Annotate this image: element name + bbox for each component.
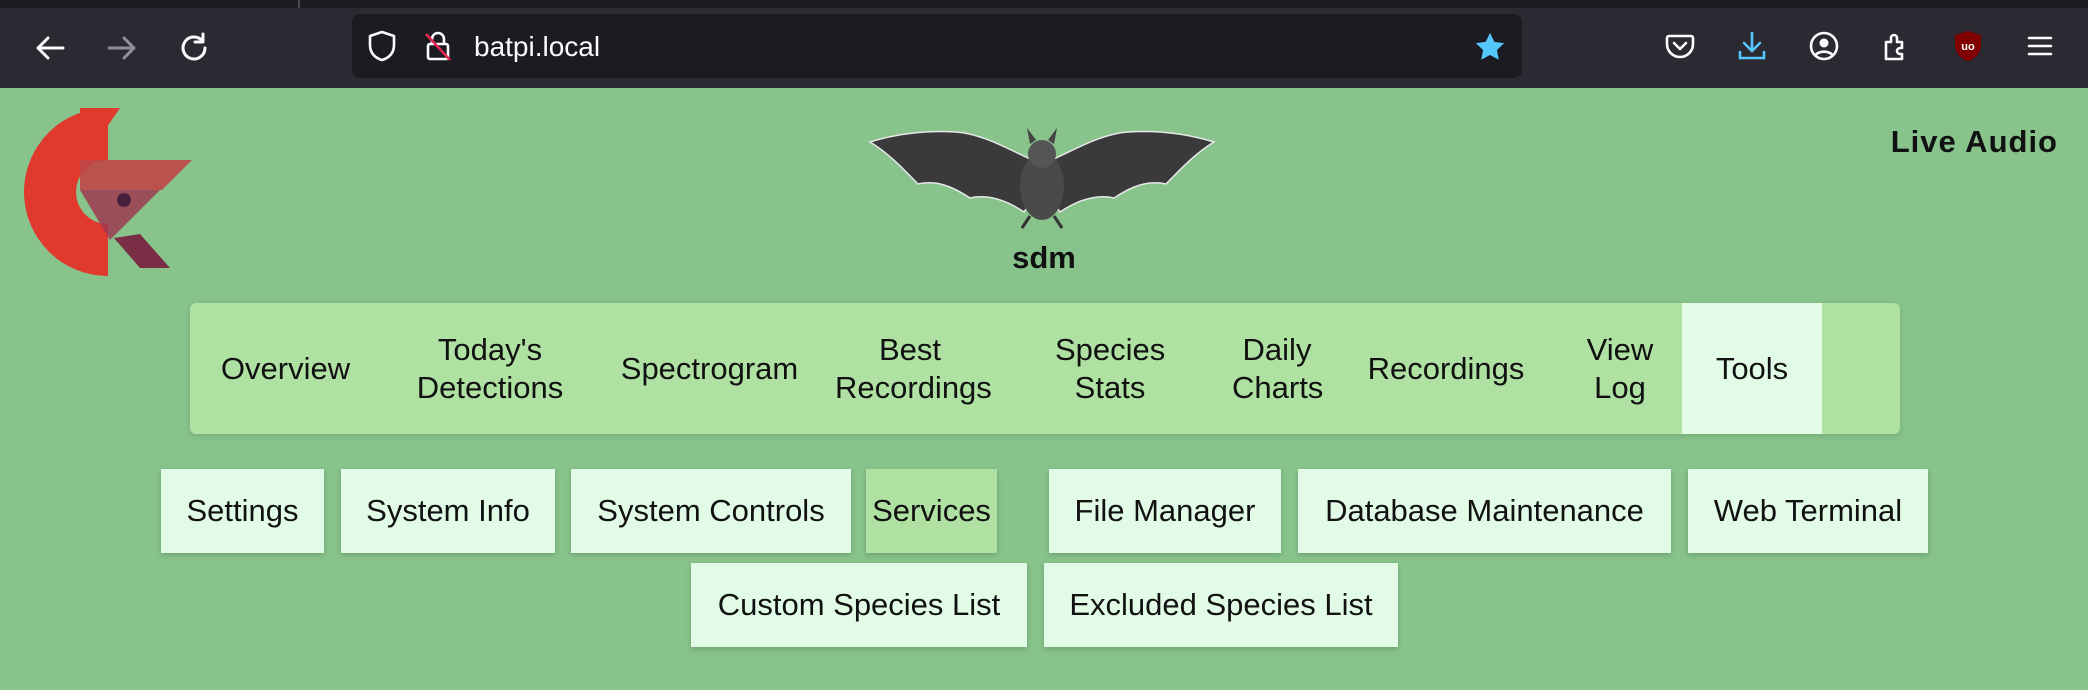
extensions-icon xyxy=(1884,33,1904,61)
tools-system-controls-button[interactable]: System Controls xyxy=(571,469,851,553)
tools-system-info-button[interactable]: System Info xyxy=(341,469,555,553)
nav-spectrogram[interactable]: Spectrogram xyxy=(599,303,820,434)
account-icon xyxy=(1809,31,1839,61)
account-button[interactable] xyxy=(1804,26,1844,66)
menu-icon xyxy=(2027,36,2053,56)
tools-web-terminal-button[interactable]: Web Terminal xyxy=(1688,469,1928,553)
main-nav: Overview Today's Detections Spectrogram … xyxy=(190,303,1900,434)
download-icon xyxy=(1738,31,1766,60)
reload-icon xyxy=(181,32,207,61)
nav-recordings[interactable]: Recordings xyxy=(1334,303,1558,434)
nav-daily-charts[interactable]: Daily Charts xyxy=(1220,303,1334,434)
extensions-button[interactable] xyxy=(1876,26,1916,66)
back-icon xyxy=(36,36,65,60)
downloads-button[interactable] xyxy=(1732,26,1772,66)
nav-overview[interactable]: Overview xyxy=(190,303,381,434)
tab-strip xyxy=(0,0,2088,8)
bat-image xyxy=(866,124,1218,230)
back-button[interactable] xyxy=(26,24,74,72)
svg-text:uo: uo xyxy=(1961,41,1975,53)
nav-best-recordings[interactable]: Best Recordings xyxy=(820,303,1000,434)
browser-toolbar: batpi.local uo xyxy=(0,0,2088,88)
tools-excluded-species-list-button[interactable]: Excluded Species List xyxy=(1044,563,1398,647)
nav-label: Daily Charts xyxy=(1232,331,1324,405)
lock-insecure-icon[interactable] xyxy=(422,30,454,62)
app-menu-button[interactable] xyxy=(2020,26,2060,66)
ublock-icon: uo xyxy=(1955,31,1981,61)
nav-species-stats[interactable]: Species Stats xyxy=(1000,303,1220,434)
address-bar[interactable]: batpi.local xyxy=(352,14,1522,78)
shield-icon[interactable] xyxy=(366,30,398,62)
tools-custom-species-list-button[interactable]: Custom Species List xyxy=(691,563,1027,647)
nav-label: Today's Detections xyxy=(416,331,564,405)
nav-todays-detections[interactable]: Today's Detections xyxy=(381,303,599,434)
reload-button[interactable] xyxy=(170,24,218,72)
nav-label: Species Stats xyxy=(1055,331,1166,405)
bookmark-star-icon[interactable] xyxy=(1474,30,1506,62)
pocket-icon xyxy=(1665,34,1695,59)
forward-button[interactable] xyxy=(98,24,146,72)
nav-tools[interactable]: Tools xyxy=(1682,303,1822,434)
nav-label: View Log xyxy=(1586,331,1654,405)
tools-file-manager-button[interactable]: File Manager xyxy=(1049,469,1281,553)
ublock-button[interactable]: uo xyxy=(1948,26,1988,66)
pocket-button[interactable] xyxy=(1660,26,1700,66)
tools-settings-button[interactable]: Settings xyxy=(161,469,324,553)
tools-database-maintenance-button[interactable]: Database Maintenance xyxy=(1298,469,1671,553)
tools-services-button[interactable]: Services xyxy=(866,469,997,553)
forward-icon xyxy=(107,36,136,60)
live-audio-link[interactable]: Live Audio xyxy=(1891,124,2058,160)
site-name: sdm xyxy=(1012,240,1076,275)
nav-label: Best Recordings xyxy=(835,331,992,405)
nav-view-log[interactable]: View Log xyxy=(1558,303,1682,434)
url-text[interactable]: batpi.local xyxy=(474,31,600,63)
